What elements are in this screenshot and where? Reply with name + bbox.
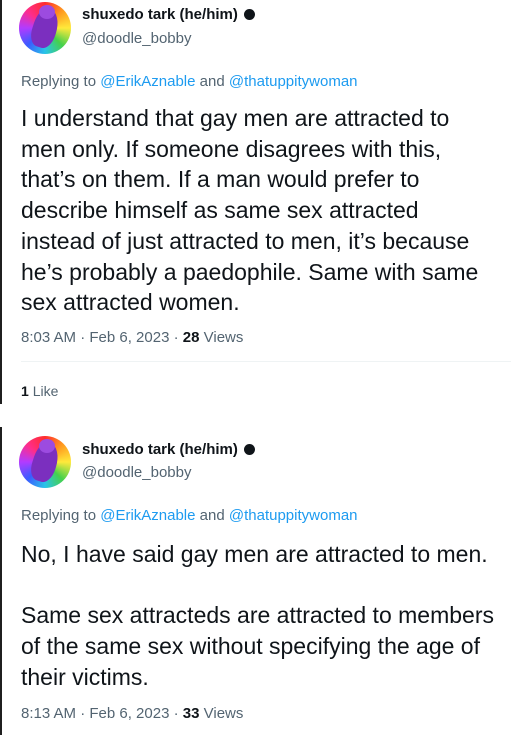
tweet-meta: 8:13 AM · Feb 6, 2023 · 33 Views (21, 705, 243, 722)
timestamp-link[interactable]: 8:13 AM · Feb 6, 2023 · (21, 705, 179, 722)
mention-link[interactable]: @thatuppitywoman (229, 507, 358, 524)
mention-link[interactable]: @ErikAznable (100, 507, 195, 524)
divider (21, 361, 511, 362)
badge-icon (243, 444, 255, 455)
author-name-row: shuxedo tark (he/him) (82, 441, 255, 458)
replying-to-line: Replying to @ErikAznable and @thatuppity… (21, 73, 358, 90)
likes-link[interactable]: 1 Like (21, 383, 58, 399)
views-count: 28 (182, 329, 200, 346)
display-name[interactable]: shuxedo tark (he/him) (82, 441, 238, 458)
avatar[interactable] (19, 2, 71, 54)
tweet-text: I understand that gay men are attracted … (21, 105, 479, 316)
replying-to-and: and (199, 73, 225, 90)
author-name-row: shuxedo tark (he/him) (82, 6, 255, 23)
replying-to-prefix: Replying to (21, 507, 97, 524)
avatar-figure-head (39, 439, 55, 453)
mention-link[interactable]: @ErikAznable (100, 73, 195, 90)
replying-to-line: Replying to @ErikAznable and @thatuppity… (21, 507, 358, 524)
badge-icon (243, 9, 255, 20)
mention-link[interactable]: @thatuppitywoman (229, 73, 358, 90)
views-label: Views (203, 705, 244, 722)
replying-to-prefix: Replying to (21, 73, 97, 90)
tweet[interactable]: shuxedo tark (he/him) @doodle_bobby Repl… (0, 427, 526, 735)
replying-to-and: and (199, 507, 225, 524)
avatar-figure-head (39, 5, 55, 19)
likes-label: Like (32, 383, 59, 399)
likes-count: 1 (21, 383, 29, 399)
display-name[interactable]: shuxedo tark (he/him) (82, 6, 238, 23)
thread-screenshot: shuxedo tark (he/him) @doodle_bobby Repl… (0, 0, 526, 735)
views-count: 33 (182, 705, 200, 722)
timestamp-link[interactable]: 8:03 AM · Feb 6, 2023 · (21, 329, 179, 346)
author-handle[interactable]: @doodle_bobby (82, 30, 191, 47)
author-handle[interactable]: @doodle_bobby (82, 464, 191, 481)
avatar[interactable] (19, 436, 71, 488)
tweet-text: No, I have said gay men are attracted to… (21, 541, 494, 690)
views-label: Views (203, 329, 244, 346)
tweet[interactable]: shuxedo tark (he/him) @doodle_bobby Repl… (0, 0, 526, 404)
tweet-meta: 8:03 AM · Feb 6, 2023 · 28 Views (21, 329, 243, 346)
